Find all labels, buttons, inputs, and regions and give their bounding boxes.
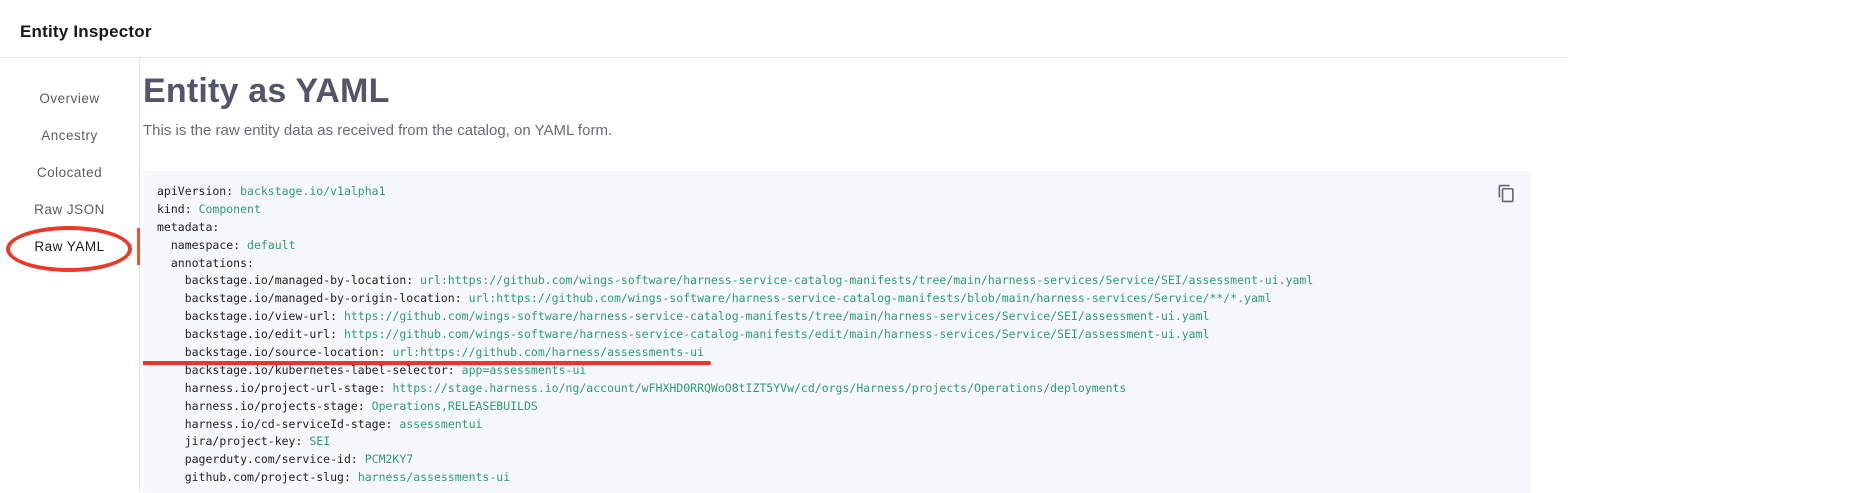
yaml-key: namespace: xyxy=(171,238,240,252)
yaml-line: backstage.io/managed-by-location: url:ht… xyxy=(157,272,1517,290)
yaml-key: pagerduty.com/service-id: xyxy=(185,452,358,466)
yaml-code-block: apiVersion: backstage.io/v1alpha1kind: C… xyxy=(143,171,1531,493)
yaml-value: Operations,RELEASEBUILDS xyxy=(372,399,538,413)
yaml-line: harness.io/project-url-stage: https://st… xyxy=(157,380,1517,398)
tab-label: Overview xyxy=(39,91,99,106)
yaml-line: namespace: default xyxy=(157,237,1517,255)
dialog-title: Entity Inspector xyxy=(20,22,152,42)
yaml-line: harness.io/cd-serviceId-stage: assessmen… xyxy=(157,416,1517,434)
yaml-line: backstage.io/kubernetes-label-selector: … xyxy=(157,362,1517,380)
dialog-body: Overview Ancestry Colocated Raw JSON Raw YAM… xyxy=(0,58,1568,491)
yaml-value: default xyxy=(247,238,295,252)
yaml-line: jira/project-key: SEI xyxy=(157,433,1517,451)
yaml-line: annotations: xyxy=(157,255,1517,273)
yaml-line: harness.io/projects-stage: Operations,RE… xyxy=(157,398,1517,416)
page-title: Entity as YAML xyxy=(143,70,1568,112)
yaml-line: backstage.io/view-url: https://github.co… xyxy=(157,308,1517,326)
dialog-header: Entity Inspector xyxy=(0,0,1568,58)
yaml-value: url:https://github.com/wings-software/ha… xyxy=(420,273,1313,287)
yaml-key: apiVersion: xyxy=(157,184,233,198)
yaml-line: backstage.io/managed-by-origin-location:… xyxy=(157,290,1517,308)
page-subtitle: This is the raw entity data as received … xyxy=(143,121,1568,141)
yaml-line: backstage.io/edit-url: https://github.co… xyxy=(157,326,1517,344)
yaml-key: metadata: xyxy=(157,220,219,234)
yaml-value: https://github.com/wings-software/harnes… xyxy=(344,327,1209,341)
tab-raw-yaml[interactable]: Raw YAML xyxy=(0,228,139,265)
yaml-line: pagerduty.com/service-id: PCM2KY7 xyxy=(157,451,1517,469)
tab-ancestry[interactable]: Ancestry xyxy=(0,117,139,154)
copy-button[interactable] xyxy=(1494,180,1520,206)
yaml-value: url:https://github.com/wings-software/ha… xyxy=(469,291,1272,305)
yaml-line: backstage.io/source-location: url:https:… xyxy=(157,344,1517,362)
yaml-value: app=assessments-ui xyxy=(462,363,587,377)
yaml-line: kind: Component xyxy=(157,201,1517,219)
yaml-key: harness.io/project-url-stage: xyxy=(185,381,386,395)
yaml-value: PCM2KY7 xyxy=(365,452,413,466)
yaml-value: backstage.io/v1alpha1 xyxy=(240,184,385,198)
tab-overview[interactable]: Overview xyxy=(0,80,139,117)
main-content: Entity as YAML This is the raw entity da… xyxy=(140,58,1568,491)
yaml-key: backstage.io/edit-url: xyxy=(185,327,337,341)
tab-raw-json[interactable]: Raw JSON xyxy=(0,191,139,228)
yaml-code: apiVersion: backstage.io/v1alpha1kind: C… xyxy=(157,183,1517,487)
yaml-value: assessmentui xyxy=(399,417,482,431)
active-tab-indicator xyxy=(137,228,140,265)
tab-label: Colocated xyxy=(37,165,102,180)
yaml-value: SEI xyxy=(309,434,330,448)
yaml-key: backstage.io/source-location: xyxy=(185,345,386,359)
entity-inspector-dialog: Entity Inspector Overview Ancestry Colocat… xyxy=(0,0,1568,491)
yaml-key: backstage.io/view-url: xyxy=(185,309,337,323)
yaml-key: annotations: xyxy=(171,256,254,270)
tab-label: Raw YAML xyxy=(34,239,104,254)
yaml-key: harness.io/projects-stage: xyxy=(185,399,365,413)
yaml-value: https://stage.harness.io/ng/account/wFHX… xyxy=(392,381,1126,395)
copy-icon xyxy=(1497,184,1516,203)
tab-colocated[interactable]: Colocated xyxy=(0,154,139,191)
yaml-line: metadata: xyxy=(157,219,1517,237)
yaml-key: backstage.io/kubernetes-label-selector: xyxy=(185,363,455,377)
yaml-key: kind: xyxy=(157,202,192,216)
sidebar-tabs: Overview Ancestry Colocated Raw JSON Raw YAM… xyxy=(0,58,140,491)
tab-label: Ancestry xyxy=(41,128,98,143)
yaml-line: apiVersion: backstage.io/v1alpha1 xyxy=(157,183,1517,201)
yaml-value: harness/assessments-ui xyxy=(358,470,510,484)
yaml-key: backstage.io/managed-by-location: xyxy=(185,273,413,287)
yaml-key: github.com/project-slug: xyxy=(185,470,351,484)
yaml-key: jira/project-key: xyxy=(185,434,303,448)
yaml-key: harness.io/cd-serviceId-stage: xyxy=(185,417,393,431)
yaml-value: https://github.com/wings-software/harnes… xyxy=(344,309,1209,323)
yaml-line: github.com/project-slug: harness/assessm… xyxy=(157,469,1517,487)
yaml-value: url:https://github.com/harness/assessmen… xyxy=(392,345,704,359)
yaml-value: Component xyxy=(199,202,261,216)
yaml-key: backstage.io/managed-by-origin-location: xyxy=(185,291,462,305)
tab-label: Raw JSON xyxy=(34,202,105,217)
